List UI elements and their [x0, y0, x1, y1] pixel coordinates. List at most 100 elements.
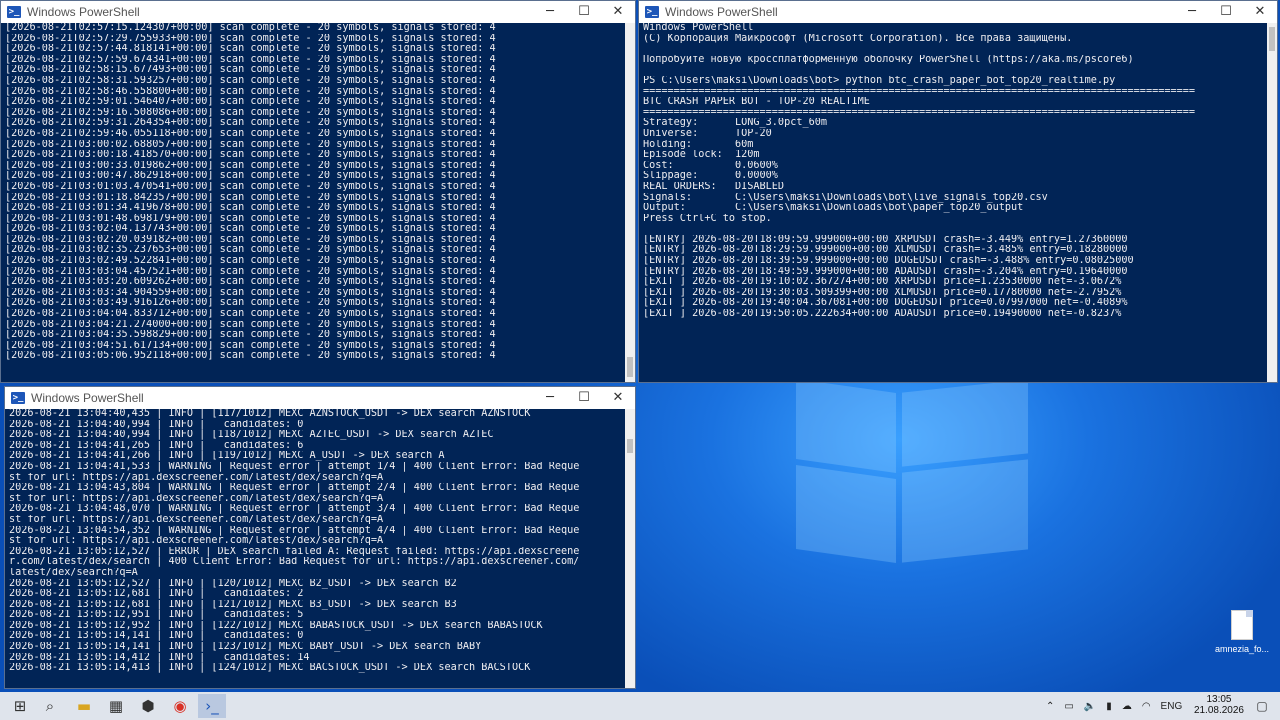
- network-icon[interactable]: ▭: [1064, 701, 1073, 712]
- chrome-icon[interactable]: ◉: [166, 694, 194, 718]
- console-line: Signals: C:\Users\maksi\Downloads\bot\li…: [643, 192, 1048, 203]
- console-line: [2026-08-21T03:02:04.137743+00:00] scan …: [5, 224, 496, 235]
- console-line: ========================================…: [643, 86, 1196, 97]
- console-line: [2026-08-21T03:03:34.904559+00:00] scan …: [5, 287, 496, 298]
- console-line: Output: C:\Users\maksi\Downloads\bot\pap…: [643, 203, 1024, 214]
- powershell-icon[interactable]: ›_: [198, 694, 226, 718]
- scrollbar-thumb[interactable]: [627, 439, 633, 453]
- console-line: 2026-08-21 13:04:40,994 | INFO | candida…: [9, 419, 304, 430]
- console-line: st for url: https://api.dexscreener.com/…: [9, 514, 384, 525]
- console-output[interactable]: 2026-08-21 13:04:40,435 | INFO | [117/10…: [9, 409, 623, 688]
- cloud-icon[interactable]: ☁: [1122, 701, 1132, 712]
- console-line: [2026-08-21T02:59:46.055118+00:00] scan …: [5, 128, 496, 139]
- window-title: Windows PowerShell: [27, 5, 140, 19]
- maximize-button[interactable]: ☐: [567, 1, 601, 23]
- console-line: [2026-08-21T03:00:02.688057+00:00] scan …: [5, 139, 496, 150]
- console-line: (C) Корпорация Майкрософт (Microsoft Cor…: [643, 33, 1073, 44]
- console-line: 2026-08-21 13:04:41,266 | INFO | [119/10…: [9, 451, 445, 462]
- scrollbar-thumb[interactable]: [627, 357, 633, 377]
- console-line: [ENTRY] 2026-08-20T18:49:59.999000+00:00…: [643, 266, 1128, 277]
- console-line: 2026-08-21 13:04:41,265 | INFO | candida…: [9, 440, 304, 451]
- console-line: [2026-08-21T02:59:16.508086+00:00] scan …: [5, 107, 496, 118]
- console-line: PS C:\Users\maksi\Downloads\bot> python …: [643, 75, 1116, 86]
- clock-time: 13:05: [1206, 694, 1232, 705]
- calculator-icon[interactable]: ▦: [102, 694, 130, 718]
- close-button[interactable]: ✕: [1243, 1, 1277, 23]
- desktop-file-label: amnezia_fo...: [1214, 644, 1270, 654]
- console-line: [2026-08-21T03:00:47.862918+00:00] scan …: [5, 171, 496, 182]
- console-line: 2026-08-21 13:05:14,141 | INFO | [123/10…: [9, 642, 482, 653]
- console-line: [EXIT ] 2026-08-20T19:30:03.509399+00:00…: [643, 287, 1122, 298]
- vertical-scrollbar[interactable]: [1267, 23, 1277, 382]
- console-line: [2026-08-21T03:03:04.457521+00:00] scan …: [5, 266, 496, 277]
- chevron-up-icon[interactable]: ⌃: [1046, 701, 1054, 712]
- window-titlebar[interactable]: >_ Windows PowerShell ─ ☐ ✕: [1, 1, 635, 23]
- console-output[interactable]: [2026-08-21T02:57:15.124307+00:00] scan …: [5, 23, 623, 382]
- console-line: [2026-08-21T02:57:59.674341+00:00] scan …: [5, 54, 496, 65]
- console-line: Cost: 0.0600%: [643, 160, 778, 171]
- system-tray: ⌃ ▭ 🔈 ▮ ☁ ◠ ENG: [1046, 692, 1182, 720]
- wallpaper-light-beam: [902, 379, 1028, 467]
- close-button[interactable]: ✕: [601, 387, 635, 409]
- console-line: [2026-08-21T02:59:31.264354+00:00] scan …: [5, 118, 496, 129]
- console-line: 2026-08-21 13:05:14,412 | INFO | candida…: [9, 652, 310, 663]
- console-line: Slippage: 0.0000%: [643, 171, 778, 182]
- vertical-scrollbar[interactable]: [625, 409, 635, 688]
- minimize-button[interactable]: ─: [533, 387, 567, 409]
- notifications-icon[interactable]: ▢: [1248, 694, 1276, 718]
- volume-icon[interactable]: 🔈: [1084, 701, 1096, 712]
- console-line: [2026-08-21T03:01:34.419678+00:00] scan …: [5, 203, 496, 214]
- console-line: Universe: TOP-20: [643, 128, 772, 139]
- console-line: [2026-08-21T02:58:46.558800+00:00] scan …: [5, 86, 496, 97]
- wifi-icon[interactable]: ◠: [1142, 701, 1151, 712]
- wallpaper-light-beam: [796, 378, 896, 474]
- file-explorer-icon[interactable]: ▬: [70, 694, 98, 718]
- powershell-window-paper-bot[interactable]: >_ Windows PowerShell ─ ☐ ✕ Windows Powe…: [638, 0, 1278, 383]
- windows-start-icon[interactable]: ⊞: [6, 694, 34, 718]
- minimize-button[interactable]: ─: [1175, 1, 1209, 23]
- console-line: [2026-08-21T03:01:03.470541+00:00] scan …: [5, 181, 496, 192]
- console-line: BTC CRASH PAPER BOT - TOP-20 REALTIME: [643, 97, 870, 108]
- console-line: [2026-08-21T03:02:20.039182+00:00] scan …: [5, 234, 496, 245]
- clock-date: 21.08.2026: [1193, 705, 1244, 716]
- console-line: [2026-08-21T02:59:01.546407+00:00] scan …: [5, 97, 496, 108]
- console-line: Windows PowerShell: [643, 23, 754, 33]
- powershell-icon: >_: [645, 6, 659, 18]
- console-line: [2026-08-21T02:58:15.677493+00:00] scan …: [5, 65, 496, 76]
- vpn-icon[interactable]: ⬢: [134, 694, 162, 718]
- battery-icon[interactable]: ▮: [1106, 701, 1112, 712]
- powershell-icon: >_: [7, 6, 21, 18]
- taskbar-clock[interactable]: 13:05 21.08.2026: [1194, 694, 1244, 716]
- maximize-button[interactable]: ☐: [1209, 1, 1243, 23]
- console-line: 2026-08-21 13:05:12,527 | ERROR | DEX se…: [9, 546, 580, 557]
- powershell-window-dex-search[interactable]: >_ Windows PowerShell ─ ☐ ✕ 2026-08-21 1…: [4, 386, 636, 689]
- console-line: [2026-08-21T03:03:20.609262+00:00] scan …: [5, 277, 496, 288]
- console-line: st for url: https://api.dexscreener.com/…: [9, 472, 384, 483]
- console-line: 2026-08-21 13:04:41,533 | WARNING | Requ…: [9, 461, 580, 472]
- maximize-button[interactable]: ☐: [567, 387, 601, 409]
- console-line: 2026-08-21 13:05:12,681 | INFO | candida…: [9, 589, 304, 600]
- language-indicator[interactable]: ENG: [1161, 701, 1183, 712]
- close-button[interactable]: ✕: [601, 1, 635, 23]
- console-line: 2026-08-21 13:04:40,435 | INFO | [117/10…: [9, 409, 531, 419]
- powershell-window-scan-log[interactable]: >_ Windows PowerShell ─ ☐ ✕ [2026-08-21T…: [0, 0, 636, 383]
- console-line: Попробуйте новую кроссплатформенную обол…: [643, 54, 1134, 65]
- console-line: [EXIT ] 2026-08-20T19:10:02.367274+00:00…: [643, 277, 1122, 288]
- window-titlebar[interactable]: >_ Windows PowerShell ─ ☐ ✕: [639, 1, 1277, 23]
- console-line: [2026-08-21T03:00:33.019862+00:00] scan …: [5, 160, 496, 171]
- minimize-button[interactable]: ─: [533, 1, 567, 23]
- search-icon[interactable]: ⌕: [36, 694, 64, 718]
- window-titlebar[interactable]: >_ Windows PowerShell ─ ☐ ✕: [5, 387, 635, 409]
- console-line: [ENTRY] 2026-08-20T18:29:59.999000+00:00…: [643, 245, 1128, 256]
- console-line: 2026-08-21 13:04:43,804 | WARNING | Requ…: [9, 483, 580, 494]
- console-line: _: [9, 684, 623, 688]
- scrollbar-thumb[interactable]: [1269, 27, 1275, 51]
- console-line: st for url: https://api.dexscreener.com/…: [9, 493, 384, 504]
- vertical-scrollbar[interactable]: [625, 23, 635, 382]
- console-output[interactable]: Windows PowerShell (C) Корпорация Майкрос…: [643, 23, 1265, 382]
- desktop-file-icon[interactable]: amnezia_fo...: [1214, 610, 1270, 654]
- wallpaper-light-beam: [902, 459, 1028, 563]
